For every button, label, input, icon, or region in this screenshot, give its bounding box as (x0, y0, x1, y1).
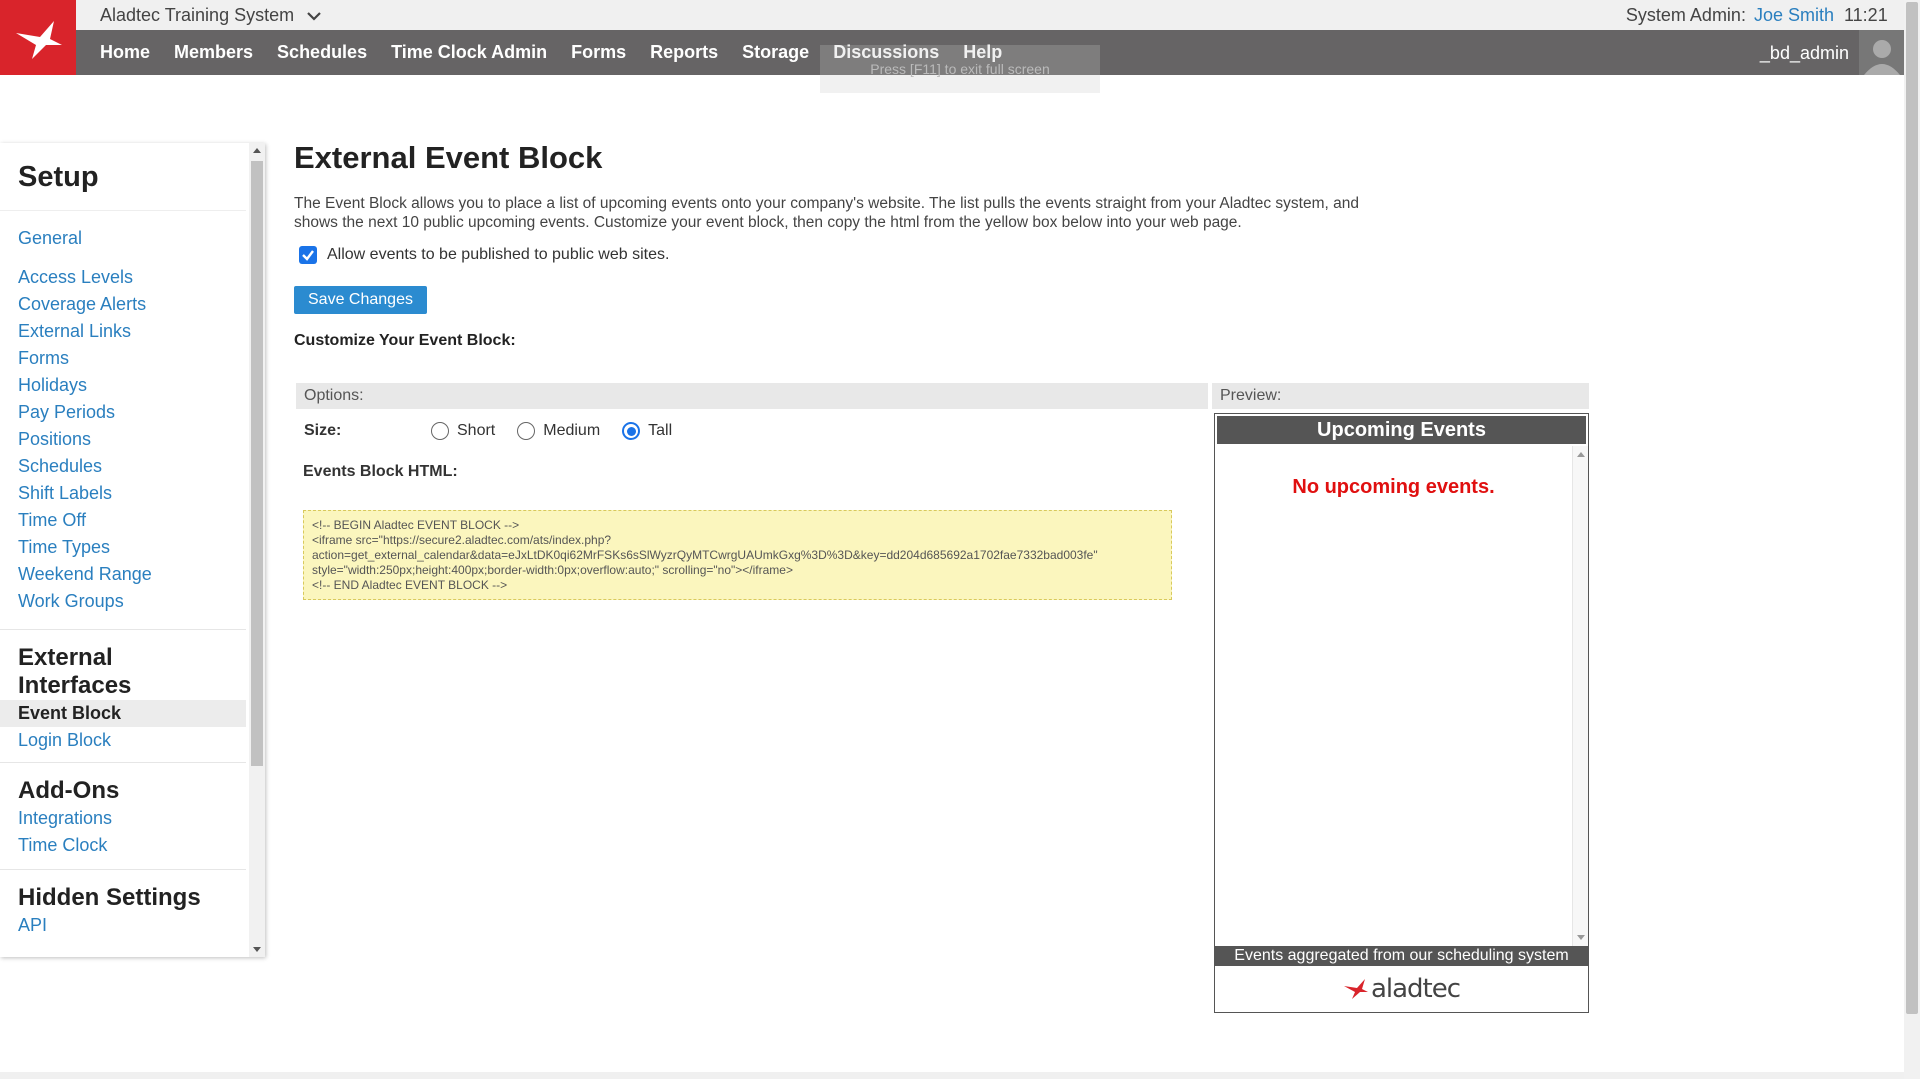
nav-time-clock-admin[interactable]: Time Clock Admin (391, 42, 547, 63)
top-info-bar: Aladtec Training System System Admin: Joe… (76, 0, 1904, 30)
radio-circle[interactable] (431, 422, 449, 440)
size-label: Size: (304, 422, 342, 439)
nav-storage[interactable]: Storage (742, 42, 809, 63)
customize-heading: Customize Your Event Block: (294, 332, 516, 349)
radio-circle[interactable] (517, 422, 536, 440)
allow-publish-label: Allow events to be published to public w… (327, 246, 670, 263)
sidebar-item-shift-labels[interactable]: Shift Labels (0, 480, 246, 507)
sidebar-item-external-links[interactable]: External Links (0, 318, 246, 345)
sidebar-item-time-clock[interactable]: Time Clock (0, 832, 246, 859)
nav-reports[interactable]: Reports (650, 42, 718, 63)
nav-forms[interactable]: Forms (571, 42, 626, 63)
page-title: External Event Block (294, 140, 603, 175)
sidebar-item-weekend-range[interactable]: Weekend Range (0, 561, 246, 588)
nav-members[interactable]: Members (174, 42, 253, 63)
sidebar-item-integrations[interactable]: Integrations (0, 805, 246, 832)
sidebar-item-login-block[interactable]: Login Block (0, 727, 246, 754)
scroll-down-icon[interactable] (1577, 935, 1585, 940)
sidebar-item-positions[interactable]: Positions (0, 426, 246, 453)
no-events-message: No upcoming events. (1292, 476, 1495, 498)
username[interactable]: _bd_admin (1760, 43, 1849, 64)
chevron-down-icon (307, 11, 321, 21)
sidebar-item-time-off[interactable]: Time Off (0, 507, 246, 534)
sidebar-item-schedules[interactable]: Schedules (0, 453, 246, 480)
page-description: The Event Block allows you to place a li… (294, 195, 1359, 231)
size-option-label: Tall (648, 422, 673, 439)
external-interfaces-heading: External Interfaces (18, 644, 132, 699)
sidebar-item-pay-periods[interactable]: Pay Periods (0, 399, 246, 426)
main-content: External Event Block The Event Block all… (294, 140, 1594, 350)
sidebar-item-general[interactable]: General (0, 225, 246, 252)
sidebar-item-access-levels[interactable]: Access Levels (0, 264, 246, 291)
aladtec-wordmark: aladtec (1370, 974, 1461, 1004)
system-selector[interactable]: Aladtec Training System (100, 5, 324, 26)
save-changes-button[interactable]: Save Changes (294, 286, 427, 314)
sidebar-item-time-types[interactable]: Time Types (0, 534, 246, 561)
preview-scrollbar[interactable] (1572, 446, 1588, 946)
radio-circle[interactable] (622, 422, 641, 440)
app-title: Aladtec Training System (100, 5, 295, 25)
event-block-preview: Upcoming Events No upcoming events. Even… (1214, 413, 1589, 1013)
sidebar-scroll-thumb[interactable] (251, 161, 263, 766)
check-icon (302, 250, 314, 261)
events-block-html-label: Events Block HTML: (303, 463, 458, 480)
size-radio-tall[interactable]: Tall (622, 422, 672, 440)
bottom-edge (0, 1072, 1904, 1079)
bird-logo-icon (16, 20, 62, 59)
allow-publish-row: Allow events to be published to public w… (299, 246, 1594, 264)
addons-heading: Add-Ons (18, 777, 120, 804)
size-selector: Size: Short Medium Tall (304, 422, 694, 440)
size-radio-short[interactable]: Short (431, 422, 495, 440)
preview-footer: Events aggregated from our scheduling sy… (1215, 946, 1588, 966)
sidebar-item-work-groups[interactable]: Work Groups (0, 588, 246, 615)
options-header: Options: (296, 383, 1208, 409)
user-name-link[interactable]: Joe Smith (1754, 5, 1834, 25)
page-scroll-thumb[interactable] (1906, 2, 1918, 1014)
sidebar-item-event-block[interactable]: Event Block (0, 700, 246, 727)
scroll-up-icon[interactable] (1577, 452, 1585, 457)
nav-home[interactable]: Home (100, 42, 150, 63)
setup-sidebar: Setup General Access Levels Coverage Aler… (0, 143, 265, 957)
hidden-settings-heading: Hidden Settings (18, 884, 201, 911)
system-admin-info: System Admin: Joe Smith (1626, 5, 1834, 26)
preview-header: Preview: (1212, 383, 1589, 409)
scroll-down-icon[interactable] (253, 947, 261, 952)
aladtec-brand[interactable]: aladtec (1215, 969, 1588, 1009)
preview-title: Upcoming Events (1217, 416, 1586, 444)
allow-publish-checkbox[interactable] (299, 246, 317, 264)
sidebar-item-coverage-alerts[interactable]: Coverage Alerts (0, 291, 246, 318)
aladtec-logo[interactable] (0, 0, 76, 75)
sidebar-item-holidays[interactable]: Holidays (0, 372, 246, 399)
scroll-up-icon[interactable] (253, 148, 261, 153)
sidebar-item-forms[interactable]: Forms (0, 345, 246, 372)
sidebar-item-api[interactable]: API (0, 912, 246, 939)
size-radio-medium[interactable]: Medium (517, 422, 600, 440)
role-label: System Admin: (1625, 5, 1746, 25)
sidebar-scrollbar[interactable] (249, 143, 265, 957)
nav-schedules[interactable]: Schedules (277, 42, 367, 63)
user-avatar-icon (1863, 40, 1900, 75)
fullscreen-hint: Press [F11] to exit full screen (820, 45, 1100, 93)
events-block-html-code[interactable]: <!-- BEGIN Aladtec EVENT BLOCK --> <ifra… (303, 510, 1172, 600)
avatar[interactable] (1859, 30, 1904, 75)
page-scrollbar[interactable] (1904, 0, 1920, 1079)
clock: 11:21 (1844, 5, 1888, 25)
size-option-label: Short (457, 422, 496, 439)
sidebar-heading: Setup (0, 143, 246, 211)
size-option-label: Medium (543, 422, 601, 439)
aladtec-bird-icon (1343, 979, 1368, 999)
preview-body: No upcoming events. (1215, 446, 1588, 946)
